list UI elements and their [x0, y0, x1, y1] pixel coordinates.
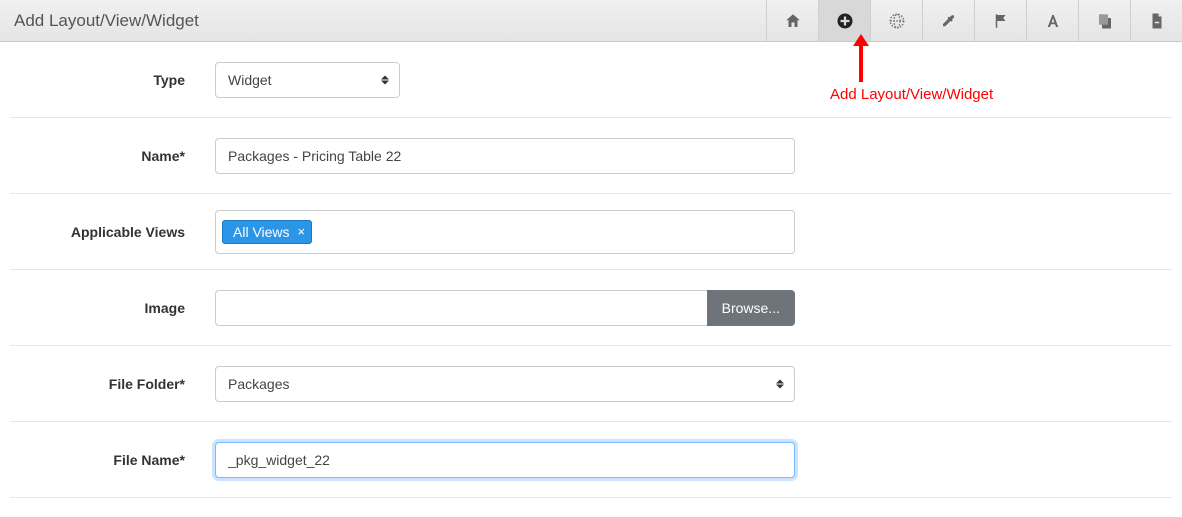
flag-icon[interactable]	[974, 0, 1026, 41]
filename-row: File Name*	[10, 422, 1172, 498]
name-row: Name*	[10, 118, 1172, 194]
browse-button[interactable]: Browse...	[707, 290, 795, 326]
name-label: Name*	[10, 148, 215, 164]
views-label: Applicable Views	[10, 224, 215, 240]
home-icon[interactable]	[766, 0, 818, 41]
folder-select-value: Packages	[228, 376, 289, 392]
sort-caret-icon	[776, 379, 784, 388]
globe-icon[interactable]	[870, 0, 922, 41]
type-row: Type Widget	[10, 42, 1172, 118]
file-icon[interactable]	[1130, 0, 1182, 41]
image-file-group: Browse...	[215, 290, 795, 326]
views-row: Applicable Views All Views ×	[10, 194, 1172, 270]
views-tag[interactable]: All Views ×	[222, 220, 312, 244]
annotation-label: Add Layout/View/Widget	[830, 86, 993, 103]
image-file-field[interactable]	[215, 290, 707, 326]
sort-caret-icon	[381, 75, 389, 84]
views-tag-label: All Views	[233, 224, 290, 240]
page-title: Add Layout/View/Widget	[14, 11, 199, 31]
image-label: Image	[10, 300, 215, 316]
folder-row: File Folder* Packages	[10, 346, 1172, 422]
close-icon[interactable]: ×	[298, 225, 306, 238]
copy-icon[interactable]	[1078, 0, 1130, 41]
toolbar	[766, 0, 1182, 41]
type-select[interactable]: Widget	[215, 62, 400, 98]
type-label: Type	[10, 72, 215, 88]
type-select-value: Widget	[228, 72, 272, 88]
eyedropper-icon[interactable]	[922, 0, 974, 41]
filename-label: File Name*	[10, 452, 215, 468]
folder-label: File Folder*	[10, 376, 215, 392]
image-row: Image Browse...	[10, 270, 1172, 346]
form-content: Type Widget Name* Applicable Views All V…	[0, 42, 1182, 498]
page-header: Add Layout/View/Widget	[0, 0, 1182, 42]
annotation-arrow	[859, 44, 863, 82]
folder-select[interactable]: Packages	[215, 366, 795, 402]
filename-input[interactable]	[215, 442, 795, 478]
views-tagbox[interactable]: All Views ×	[215, 210, 795, 254]
font-icon[interactable]	[1026, 0, 1078, 41]
name-input[interactable]	[215, 138, 795, 174]
